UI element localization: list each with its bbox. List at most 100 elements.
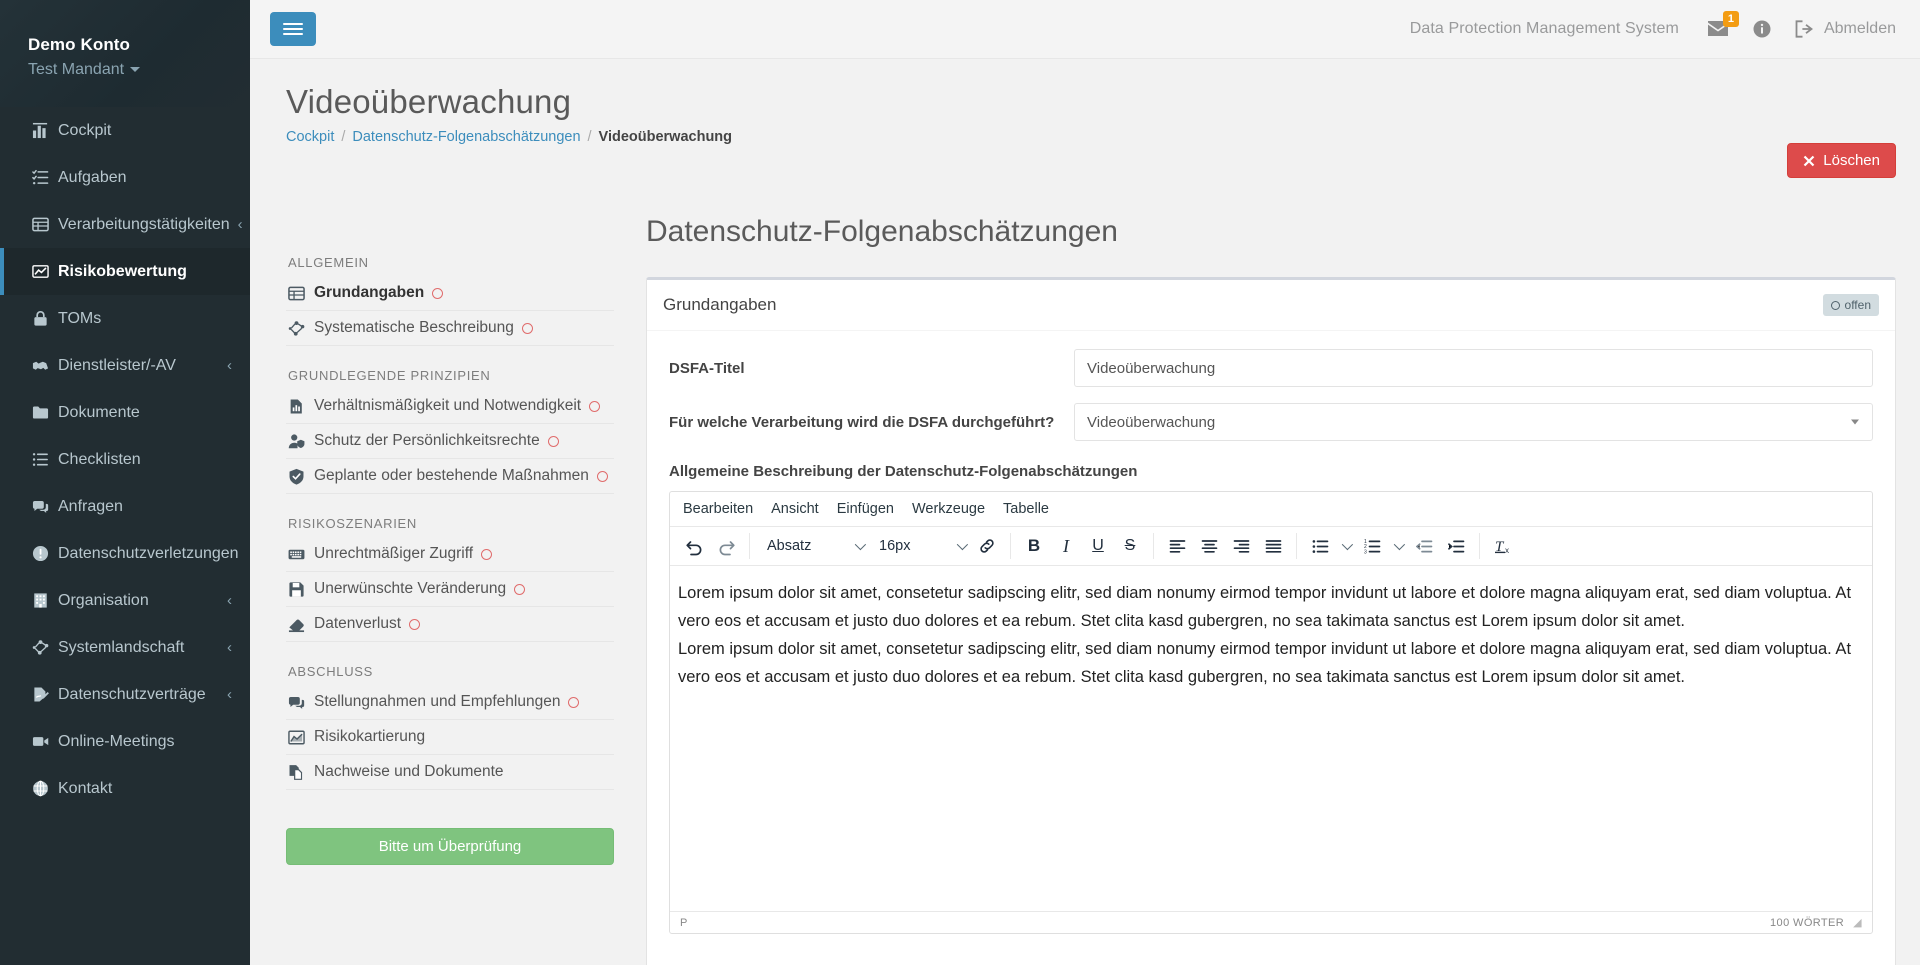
section-item-label: Verhältnismäßigkeit und Notwendigkeit xyxy=(314,397,582,414)
handshake-icon xyxy=(32,361,49,370)
section-item-risikokartierung[interactable]: Risikokartierung xyxy=(286,720,614,755)
sidebar-item-kontakt[interactable]: Kontakt xyxy=(0,765,250,812)
editor-menu-werkzeuge[interactable]: Werkzeuge xyxy=(903,496,994,522)
resize-handle-icon[interactable]: ◢ xyxy=(1853,916,1862,929)
strikethrough-icon[interactable]: S xyxy=(1114,531,1146,561)
sidebar-user-block[interactable]: Demo Konto Test Mandant xyxy=(0,0,250,107)
toolbar-group-history xyxy=(673,531,747,561)
editor-menu-einfügen[interactable]: Einfügen xyxy=(828,496,903,522)
underline-icon[interactable]: U xyxy=(1082,531,1114,561)
outdent-icon[interactable] xyxy=(1408,531,1440,561)
page-title: Videoüberwachung xyxy=(286,83,572,120)
sidebar-item-dienstleister-av[interactable]: Dienstleister/-AV ‹ xyxy=(0,342,250,389)
sidebar-item-datenschutzvertr-ge[interactable]: Datenschutzverträge ‹ xyxy=(0,671,250,718)
user-shield-icon xyxy=(288,433,314,450)
editor-content[interactable]: Lorem ipsum dolor sit amet, consetetur s… xyxy=(670,566,1872,911)
link-icon[interactable] xyxy=(971,531,1003,561)
editor-menu-bearbeiten[interactable]: Bearbeiten xyxy=(674,496,762,522)
section-item-label: Nachweise und Dokumente xyxy=(314,763,504,780)
align-center-icon[interactable] xyxy=(1193,531,1225,561)
numbered-list-icon[interactable]: 123 xyxy=(1356,531,1388,561)
editor-menu-ansicht[interactable]: Ansicht xyxy=(762,496,828,522)
section-item-geplante-oder-bestehende-ma-nahmen[interactable]: Geplante oder bestehende Maßnahmen xyxy=(286,459,614,494)
sidebar-item-risikobewertung[interactable]: Risikobewertung xyxy=(0,248,250,295)
svg-text:x: x xyxy=(1505,546,1509,555)
section-item-datenverlust[interactable]: Datenverlust xyxy=(286,607,614,642)
sidebar-item-checklisten[interactable]: Checklisten xyxy=(0,436,250,483)
comments-icon xyxy=(288,696,305,709)
breadcrumb-item[interactable]: Cockpit xyxy=(286,129,334,145)
dsfa-titel-input[interactable] xyxy=(1074,349,1873,387)
toolbar-divider xyxy=(1153,533,1154,559)
editor-menu-tabelle[interactable]: Tabelle xyxy=(994,496,1058,522)
delete-button[interactable]: Löschen xyxy=(1787,143,1896,178)
sidebar-nav: Cockpit Aufgaben Verarbeitungstätigkeiten ‹… xyxy=(0,107,250,812)
dsfa-titel-label: DSFA-Titel xyxy=(669,359,745,377)
dpia-section-nav: ALLGEMEIN Grundangaben Systematische Besch… xyxy=(286,165,646,965)
sidebar-item-dokumente[interactable]: Dokumente xyxy=(0,389,250,436)
sidebar-item-label: Cockpit xyxy=(58,121,112,139)
section-item-unerw-nschte-ver-nderung[interactable]: Unerwünschte Veränderung xyxy=(286,572,614,607)
sidebar-item-cockpit[interactable]: Cockpit xyxy=(0,107,250,154)
save-icon xyxy=(288,581,314,598)
sidebar-item-datenschutzverletzungen[interactable]: Datenschutzverletzungen xyxy=(0,530,250,577)
bullet-list-icon[interactable] xyxy=(1304,531,1336,561)
list-icon xyxy=(32,451,58,468)
list-icon xyxy=(32,453,48,466)
sidebar-item-label: Aufgaben xyxy=(58,168,127,186)
project-diagram-icon xyxy=(32,639,58,656)
status-badge[interactable]: offen xyxy=(1822,294,1879,316)
content-area: Data Protection Management System 1 Abme… xyxy=(250,0,1920,965)
section-item-label: Datenverlust xyxy=(314,615,402,632)
request-review-button[interactable]: Bitte um Überprüfung xyxy=(286,828,614,865)
editor-word-count: 100 WÖRTER xyxy=(1770,916,1845,929)
sidebar-item-verarbeitungst-tigkeiten[interactable]: Verarbeitungstätigkeiten ‹ xyxy=(0,201,250,248)
sidebar-item-systemlandschaft[interactable]: Systemlandschaft ‹ xyxy=(0,624,250,671)
project-diagram-icon xyxy=(288,320,314,337)
section-item-stellungnahmen-und-empfehlungen[interactable]: Stellungnahmen und Empfehlungen xyxy=(286,685,614,720)
indent-icon[interactable] xyxy=(1440,531,1472,561)
messages-button[interactable]: 1 xyxy=(1707,11,1739,38)
section-item-unrechtm-iger-zugriff[interactable]: Unrechtmäßiger Zugriff xyxy=(286,537,614,572)
remove-format-icon[interactable]: Tx xyxy=(1487,531,1519,561)
align-left-icon[interactable] xyxy=(1161,531,1193,561)
editor-element-path[interactable]: P xyxy=(680,917,1770,929)
block-format-select[interactable]: Absatz xyxy=(757,531,869,561)
form-row-dsfa-titel: DSFA-Titel xyxy=(669,349,1873,387)
verarbeitung-select[interactable] xyxy=(1074,403,1873,441)
undo-icon[interactable] xyxy=(678,531,710,561)
sidebar-item-toms[interactable]: TOMs xyxy=(0,295,250,342)
bold-icon[interactable]: B xyxy=(1018,531,1050,561)
redo-icon[interactable] xyxy=(710,531,742,561)
video-icon xyxy=(32,733,58,750)
shield-icon xyxy=(289,468,304,485)
comments-icon xyxy=(288,694,314,711)
logout-button[interactable]: Abmelden xyxy=(1795,20,1896,38)
font-size-select[interactable]: 16px xyxy=(869,531,971,561)
section-item-verh-ltnism-igkeit-und-notwendigkeit[interactable]: Verhältnismäßigkeit und Notwendigkeit xyxy=(286,389,614,424)
sidebar-item-online-meetings[interactable]: Online-Meetings xyxy=(0,718,250,765)
sidebar-item-aufgaben[interactable]: Aufgaben xyxy=(0,154,250,201)
sidebar-toggle-button[interactable] xyxy=(270,12,316,46)
sidebar-item-anfragen[interactable]: Anfragen xyxy=(0,483,250,530)
sidebar-tenant-switcher[interactable]: Test Mandant xyxy=(28,58,250,82)
section-item-grundangaben[interactable]: Grundangaben xyxy=(286,276,614,311)
italic-icon[interactable]: I xyxy=(1050,531,1082,561)
chart-area-icon xyxy=(288,730,305,744)
exclamation-circle-icon xyxy=(32,545,58,562)
section-group-title: ALLGEMEIN xyxy=(288,255,369,270)
globe-icon xyxy=(33,780,48,797)
eraser-icon xyxy=(288,616,314,633)
section-item-nachweise-und-dokumente[interactable]: Nachweise und Dokumente xyxy=(286,755,614,790)
info-button[interactable] xyxy=(1753,20,1771,38)
section-item-systematische-beschreibung[interactable]: Systematische Beschreibung xyxy=(286,311,614,346)
breadcrumb-item[interactable]: Datenschutz-Folgenabschätzungen xyxy=(352,129,580,145)
numbered-list-chevron-icon[interactable] xyxy=(1388,531,1408,561)
section-item-schutz-der-pers-nlichkeitsrechte[interactable]: Schutz der Persönlichkeitsrechte xyxy=(286,424,614,459)
page-header: Videoüberwachung Cockpit / Datenschutz-Fol… xyxy=(250,59,1920,178)
bullet-list-chevron-icon[interactable] xyxy=(1336,531,1356,561)
sidebar-item-organisation[interactable]: Organisation ‹ xyxy=(0,577,250,624)
align-right-icon[interactable] xyxy=(1225,531,1257,561)
close-icon xyxy=(1804,155,1815,166)
align-justify-icon[interactable] xyxy=(1257,531,1289,561)
